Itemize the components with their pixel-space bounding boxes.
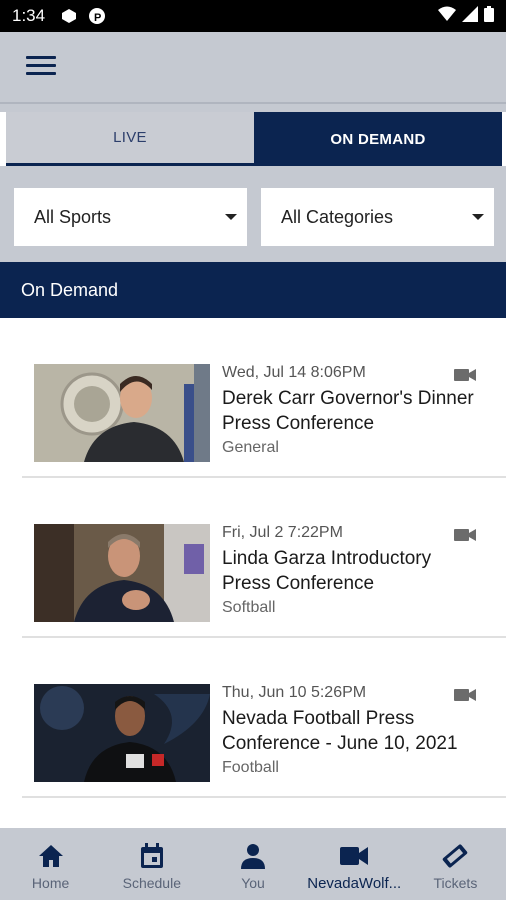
video-title: Derek Carr Governor's Dinner Press Confe… xyxy=(222,388,474,434)
signal-icon xyxy=(462,5,478,27)
video-camera-icon xyxy=(454,528,476,547)
sports-dropdown[interactable]: All Sports xyxy=(14,188,247,246)
video-date: Thu, Jun 10 5:26PM xyxy=(222,684,367,701)
video-item[interactable]: Thu, Jun 10 5:26PM Nevada Football Press… xyxy=(22,638,506,798)
video-thumbnail xyxy=(34,364,210,462)
tab-bar: LIVE ON DEMAND xyxy=(6,112,502,166)
filter-bar: All Sports All Categories xyxy=(0,166,506,262)
video-camera-icon xyxy=(340,841,369,871)
ticket-icon xyxy=(441,841,469,871)
nav-schedule[interactable]: Schedule xyxy=(101,828,202,900)
video-meta: Wed, Jul 14 8:06PM Derek Carr Governor's… xyxy=(222,364,482,457)
app-bar xyxy=(0,32,506,102)
nav-tickets[interactable]: Tickets xyxy=(405,828,506,900)
bottom-nav: Home Schedule You NevadaWolf... Tickets xyxy=(0,828,506,900)
wifi-icon xyxy=(438,6,456,27)
video-category: General xyxy=(222,439,279,456)
video-camera-icon xyxy=(454,688,476,707)
battery-icon xyxy=(484,5,494,27)
caret-down-icon xyxy=(225,214,237,220)
notification-icon xyxy=(59,6,79,26)
nav-home-label: Home xyxy=(31,875,70,891)
video-thumbnail xyxy=(34,524,210,622)
app-notification-icon: P xyxy=(87,6,107,26)
tab-live[interactable]: LIVE xyxy=(6,112,254,166)
hamburger-menu-icon[interactable] xyxy=(26,56,56,78)
video-category: Softball xyxy=(222,599,276,616)
categories-dropdown[interactable]: All Categories xyxy=(261,188,494,246)
tab-on-demand[interactable]: ON DEMAND xyxy=(254,112,502,166)
video-item[interactable]: Wed, Jul 14 8:06PM Derek Carr Governor's… xyxy=(22,318,506,478)
nav-home[interactable]: Home xyxy=(0,828,101,900)
section-title: On Demand xyxy=(21,279,119,300)
video-meta: Fri, Jul 2 7:22PM Linda Garza Introducto… xyxy=(222,524,482,617)
divider xyxy=(0,102,506,112)
section-header: On Demand xyxy=(0,262,506,318)
video-thumbnail xyxy=(34,684,210,782)
nav-you[interactable]: You xyxy=(202,828,303,900)
video-title: Nevada Football Press Conference - June … xyxy=(222,708,458,754)
video-title: Linda Garza Introductory Press Conferenc… xyxy=(222,548,432,594)
caret-down-icon xyxy=(472,214,484,220)
categories-dropdown-value: All Categories xyxy=(281,206,394,227)
video-date: Wed, Jul 14 8:06PM xyxy=(222,364,366,381)
video-list: Wed, Jul 14 8:06PM Derek Carr Governor's… xyxy=(0,318,506,828)
video-category: Football xyxy=(222,759,279,776)
nav-nevadawolf[interactable]: NevadaWolf... xyxy=(304,828,405,900)
nav-you-label: You xyxy=(241,875,265,891)
video-camera-icon xyxy=(454,368,476,387)
video-date: Fri, Jul 2 7:22PM xyxy=(222,524,343,541)
status-bar: 1:34 P xyxy=(0,0,506,32)
video-meta: Thu, Jun 10 5:26PM Nevada Football Press… xyxy=(222,684,482,777)
calendar-icon xyxy=(140,841,164,871)
nav-nevadawolf-label: NevadaWolf... xyxy=(307,875,402,892)
status-time: 1:34 xyxy=(12,6,46,25)
video-item[interactable]: Fri, Jul 2 7:22PM Linda Garza Introducto… xyxy=(22,478,506,638)
home-icon xyxy=(38,841,64,871)
nav-tickets-label: Tickets xyxy=(433,875,478,891)
nav-schedule-label: Schedule xyxy=(122,875,181,891)
svg-text:P: P xyxy=(94,12,101,24)
sports-dropdown-value: All Sports xyxy=(34,206,112,227)
person-icon xyxy=(241,841,265,871)
